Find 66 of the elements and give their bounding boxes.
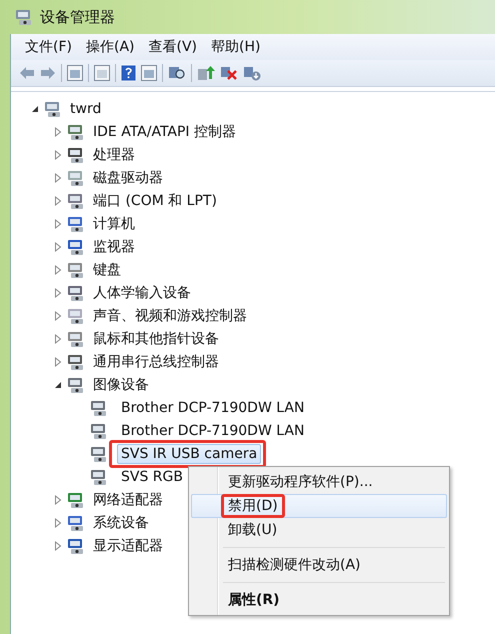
disable-device-icon[interactable]: [220, 65, 238, 81]
tree-item[interactable]: twrd: [66, 98, 106, 118]
uninstall-icon[interactable]: [243, 65, 261, 81]
device-icon: [66, 168, 86, 186]
device-icon: [66, 238, 86, 256]
device-icon: [14, 8, 34, 26]
help-icon[interactable]: [121, 65, 136, 81]
menu-item-label: 禁用(D): [227, 498, 279, 514]
tree-item[interactable]: 处理器: [89, 144, 139, 166]
tree-item[interactable]: 磁盘驱动器: [89, 166, 167, 188]
tree-item[interactable]: Brother DCP-7190DW LAN: [117, 420, 308, 440]
menu-item[interactable]: 查看(V): [148, 38, 198, 56]
menu-item-label: 扫描检测硬件改动(A): [227, 557, 362, 573]
pane-icon[interactable]: [67, 65, 83, 81]
tree-item[interactable]: IDE ATA/ATAPI 控制器: [89, 120, 240, 142]
device-icon: [66, 490, 86, 508]
context-menu-item[interactable]: 更新驱动程序软件(P)...: [191, 470, 447, 494]
context-menu-item[interactable]: 属性(R): [191, 588, 447, 612]
menu-item-label: 属性(R): [227, 592, 281, 608]
context-menu-item[interactable]: 卸载(U): [191, 518, 447, 542]
back-icon[interactable]: [19, 66, 35, 80]
device-icon: [89, 422, 109, 440]
tree-item[interactable]: 通用串行总线控制器: [89, 350, 223, 372]
device-icon: [89, 444, 109, 462]
device-icon: [66, 376, 86, 394]
tree-item[interactable]: SVS IR USB camera: [117, 444, 262, 464]
forward-icon[interactable]: [40, 66, 56, 80]
tree-item[interactable]: 人体学输入设备: [89, 282, 195, 304]
window-title: 设备管理器: [40, 8, 115, 26]
tree-item[interactable]: 图像设备: [89, 374, 153, 396]
device-icon: [66, 284, 86, 302]
menu-item[interactable]: 帮助(H): [211, 38, 260, 56]
device-icon: [66, 330, 86, 348]
menu-item-label: 卸载(U): [227, 522, 278, 538]
tree-item[interactable]: 端口 (COM 和 LPT): [89, 190, 221, 212]
menu-item[interactable]: 操作(A): [86, 38, 134, 56]
tree-item[interactable]: 鼠标和其他指针设备: [89, 328, 223, 350]
pane-icon[interactable]: [141, 65, 157, 81]
menu-item-label: 更新驱动程序软件(P)...: [227, 474, 374, 490]
device-icon: [43, 100, 63, 118]
context-menu-item[interactable]: 扫描检测硬件改动(A): [191, 553, 447, 577]
device-icon: [66, 214, 86, 232]
device-icon: [66, 306, 86, 324]
tree-item[interactable]: 计算机: [89, 212, 139, 234]
tree-item[interactable]: Brother DCP-7190DW LAN: [117, 398, 308, 418]
tree-item[interactable]: SVS RGB: [117, 466, 187, 486]
scan-icon[interactable]: [168, 65, 186, 81]
device-icon: [66, 352, 86, 370]
device-icon: [66, 514, 86, 532]
context-menu-item[interactable]: 禁用(D): [191, 494, 447, 518]
device-icon: [66, 536, 86, 554]
tree-item[interactable]: 声音、视频和游戏控制器: [89, 304, 251, 326]
update-driver-icon[interactable]: [197, 65, 215, 81]
tree-item[interactable]: 系统设备: [89, 512, 153, 534]
device-icon: [66, 192, 86, 210]
device-icon: [89, 468, 109, 486]
tree-item[interactable]: 监视器: [89, 236, 139, 258]
properties-icon[interactable]: [94, 65, 110, 81]
device-icon: [89, 398, 109, 416]
tree-item[interactable]: 显示适配器: [89, 534, 167, 556]
device-icon: [66, 122, 86, 140]
tree-item[interactable]: 键盘: [89, 258, 125, 280]
menu-item[interactable]: 文件(F): [25, 38, 72, 56]
device-icon: [66, 260, 86, 278]
tree-item[interactable]: 网络适配器: [89, 488, 167, 510]
device-icon: [66, 146, 86, 164]
